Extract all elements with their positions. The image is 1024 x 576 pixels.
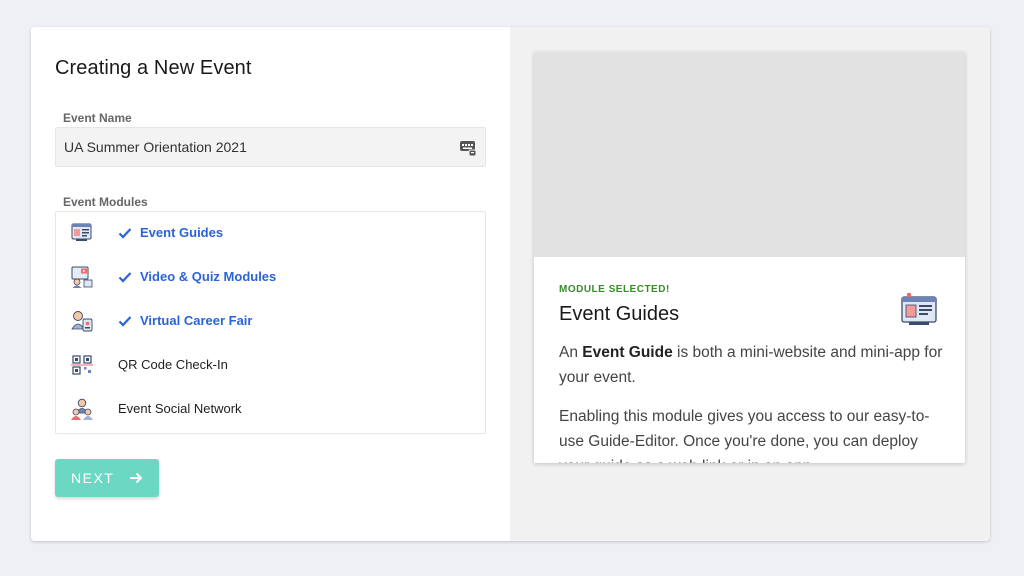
module-item-event-social-network[interactable]: Event Social Network	[56, 388, 485, 432]
module-item-qr-check-in[interactable]: QR Code Check-In	[56, 344, 485, 388]
module-selected-badge: MODULE SELECTED!	[559, 284, 670, 295]
module-item-video-quiz[interactable]: Video & Quiz Modules	[56, 256, 485, 300]
preview-title: Event Guides	[559, 303, 680, 325]
next-button[interactable]: NEXT	[55, 459, 159, 497]
module-label: Video & Quiz Modules	[140, 269, 277, 284]
create-event-card: Creating a New Event Event Name Event Mo…	[31, 27, 990, 541]
event-name-label: Event Name	[63, 111, 132, 125]
career-fair-icon	[71, 311, 93, 332]
event-modules-label: Event Modules	[63, 195, 148, 209]
module-label: Event Guides	[140, 225, 224, 240]
next-button-label: NEXT	[71, 470, 115, 486]
event-guide-icon	[71, 223, 92, 241]
preview-panel: MODULE SELECTED! Event Guides An Event G…	[510, 27, 990, 541]
module-item-virtual-career-fair[interactable]: Virtual Career Fair	[56, 300, 485, 344]
social-network-icon	[71, 398, 93, 420]
event-guide-icon	[901, 293, 937, 325]
module-preview-card: MODULE SELECTED! Event Guides An Event G…	[534, 52, 965, 463]
video-quiz-icon	[71, 266, 93, 288]
check-icon	[118, 272, 132, 283]
check-icon	[118, 228, 132, 239]
check-icon	[118, 316, 132, 327]
page-title: Creating a New Event	[55, 57, 252, 79]
preview-description: An Event Guide is both a mini-website an…	[559, 344, 943, 386]
keyboard-icon[interactable]	[459, 139, 477, 157]
qr-code-icon	[71, 355, 93, 375]
form-panel: Creating a New Event Event Name Event Mo…	[31, 27, 510, 541]
module-item-event-guides[interactable]: Event Guides	[56, 212, 485, 256]
module-label: Virtual Career Fair	[140, 313, 253, 328]
event-name-input[interactable]	[64, 128, 444, 166]
module-list: Event Guides Video & Quiz Modules Virtua…	[55, 211, 486, 434]
preview-description-more: Enabling this module gives you access to…	[559, 408, 930, 463]
event-name-field-wrapper	[55, 127, 486, 167]
preview-media-placeholder	[534, 52, 965, 257]
arrow-right-icon	[130, 472, 143, 484]
module-label: Event Social Network	[118, 401, 242, 416]
module-label: QR Code Check-In	[118, 357, 228, 372]
